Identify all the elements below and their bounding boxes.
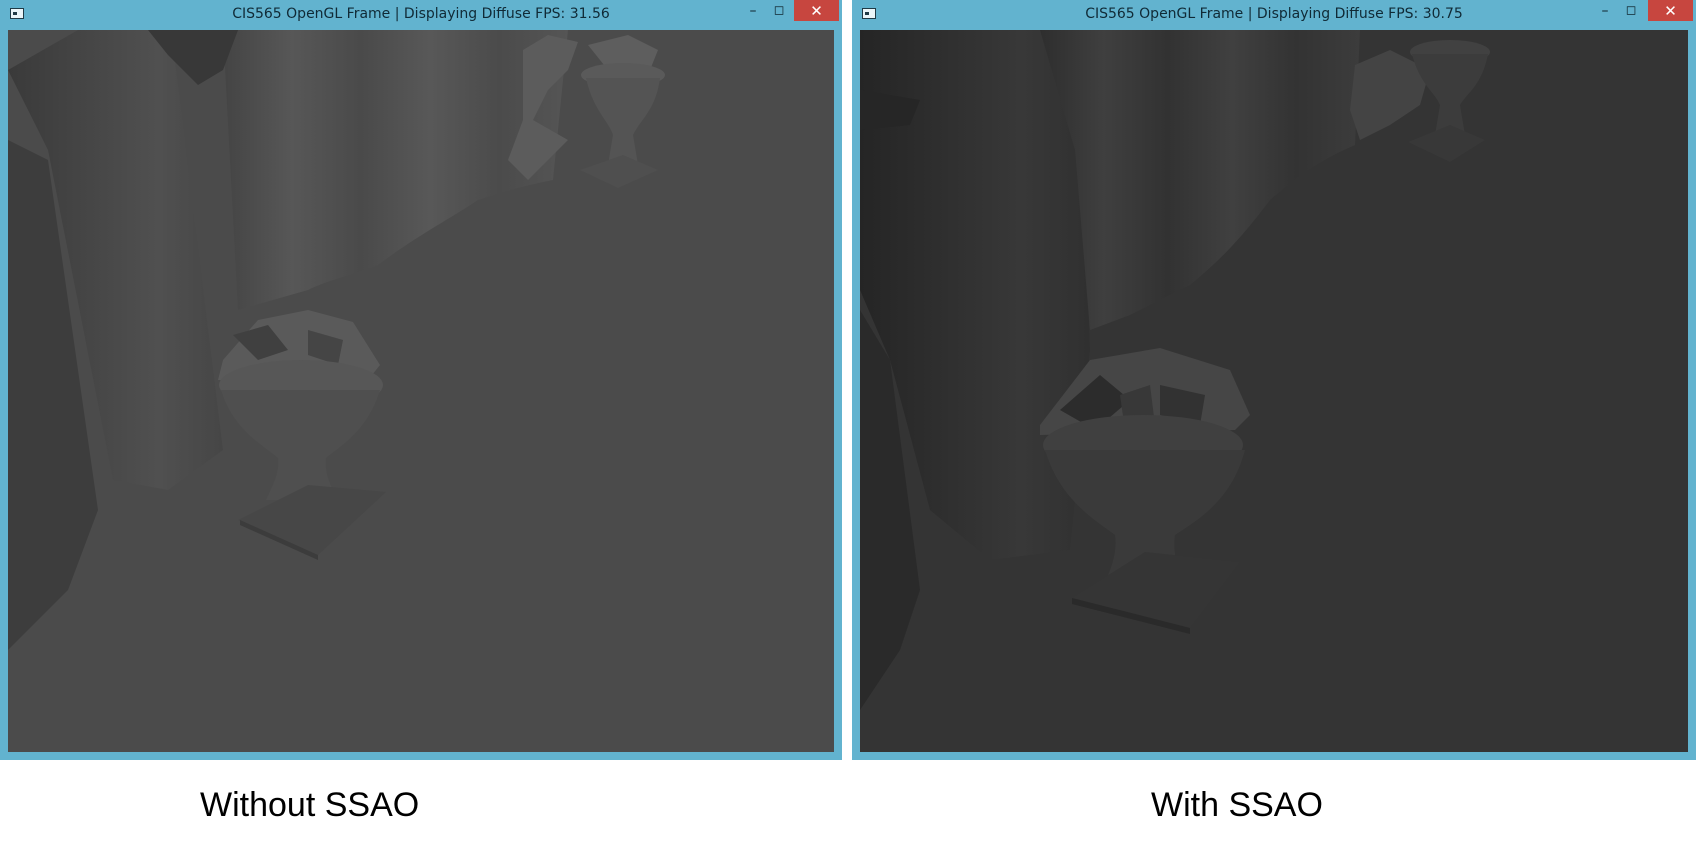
window-with-ssao: CIS565 OpenGL Frame | Displaying Diffuse… [852, 0, 1696, 760]
maximize-icon[interactable]: ◻ [1618, 0, 1644, 21]
window-title: CIS565 OpenGL Frame | Displaying Diffuse… [1085, 6, 1463, 22]
window-title: CIS565 OpenGL Frame | Displaying Diffuse… [232, 6, 610, 22]
titlebar[interactable]: CIS565 OpenGL Frame | Displaying Diffuse… [0, 0, 842, 30]
titlebar[interactable]: CIS565 OpenGL Frame | Displaying Diffuse… [852, 0, 1696, 30]
render-viewport[interactable] [8, 30, 834, 752]
minimize-icon[interactable]: – [740, 0, 766, 21]
caption-with-ssao: With SSAO [1151, 786, 1323, 824]
window-without-ssao: CIS565 OpenGL Frame | Displaying Diffuse… [0, 0, 842, 760]
caption-without-ssao: Without SSAO [200, 786, 420, 824]
maximize-icon[interactable]: ◻ [766, 0, 792, 21]
close-icon[interactable]: ✕ [794, 0, 839, 21]
minimize-icon[interactable]: – [1592, 0, 1618, 21]
rendered-scene-image [860, 30, 1688, 752]
rendered-scene-image [8, 30, 834, 752]
render-viewport[interactable] [860, 30, 1688, 752]
close-icon[interactable]: ✕ [1648, 0, 1693, 21]
